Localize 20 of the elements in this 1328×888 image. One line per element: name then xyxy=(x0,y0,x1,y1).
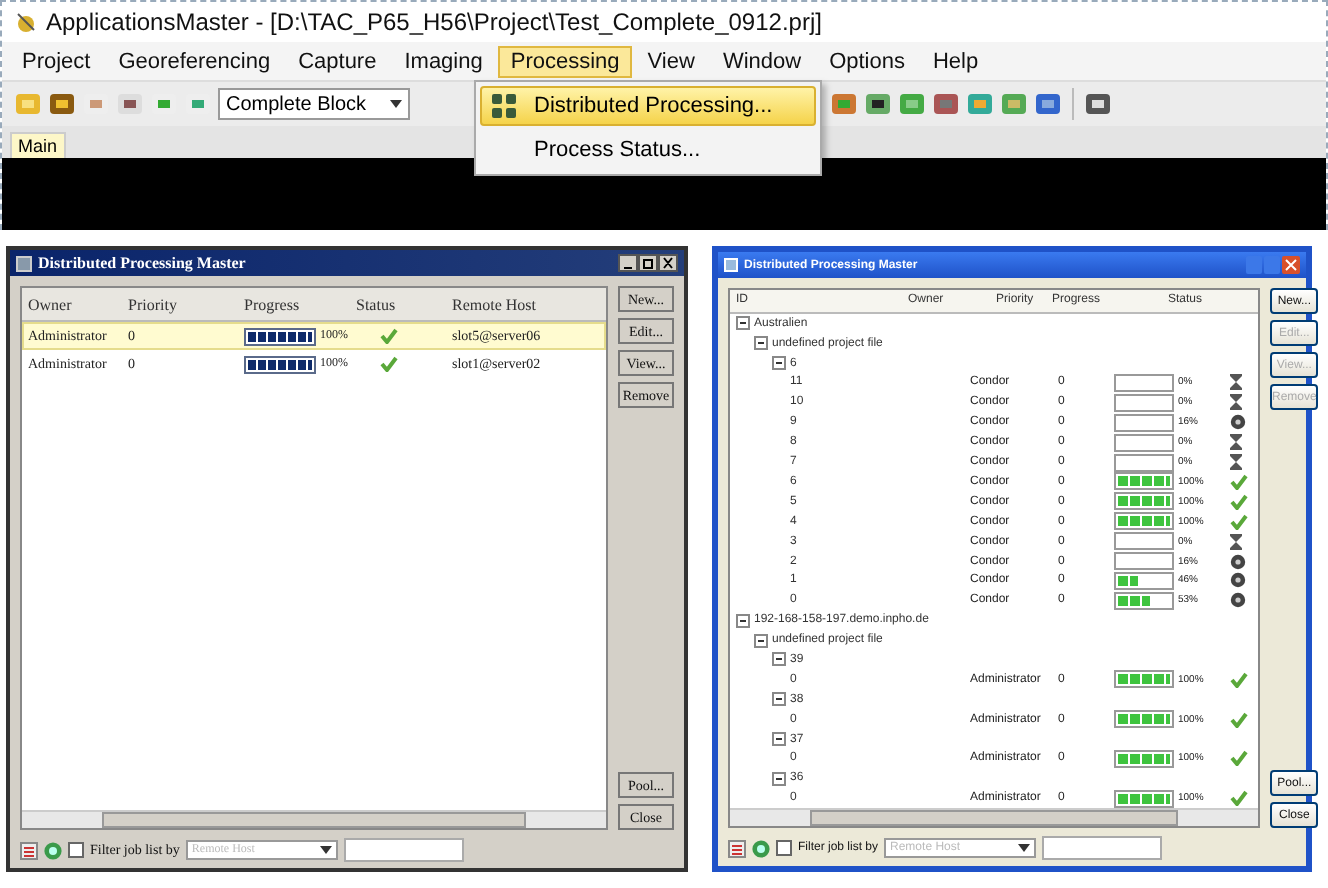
window-title: ApplicationsMaster - [D:\TAC_P65_H56\Project\Test_Complete_0912.prj] xyxy=(46,8,822,36)
menu-item[interactable]: Georeferencing xyxy=(106,45,283,77)
column-header[interactable]: Owner xyxy=(22,295,122,313)
tab[interactable]: Main xyxy=(10,132,66,158)
menu-item[interactable]: Process Status... xyxy=(480,130,816,170)
dialog-title: Distributed Processing Master xyxy=(38,254,248,272)
menu-item[interactable]: View xyxy=(635,45,707,77)
menu-item[interactable]: Distributed Processing... xyxy=(480,86,816,126)
block-select[interactable]: Complete Block xyxy=(218,88,410,120)
column-header[interactable]: Remote Host xyxy=(446,295,602,313)
menu-item[interactable]: Imaging xyxy=(392,45,495,77)
menu-item[interactable]: Window xyxy=(710,45,814,77)
menu-item[interactable]: Options xyxy=(817,45,917,77)
menu-item[interactable]: Help xyxy=(920,45,991,77)
menu-item[interactable]: Processing xyxy=(498,45,632,77)
menu-item[interactable]: Capture xyxy=(286,45,389,77)
column-header[interactable]: Progress xyxy=(238,295,350,313)
column-header[interactable]: Status xyxy=(350,295,446,313)
menu-item[interactable]: Project xyxy=(10,45,103,77)
column-header[interactable]: Priority xyxy=(122,295,238,313)
